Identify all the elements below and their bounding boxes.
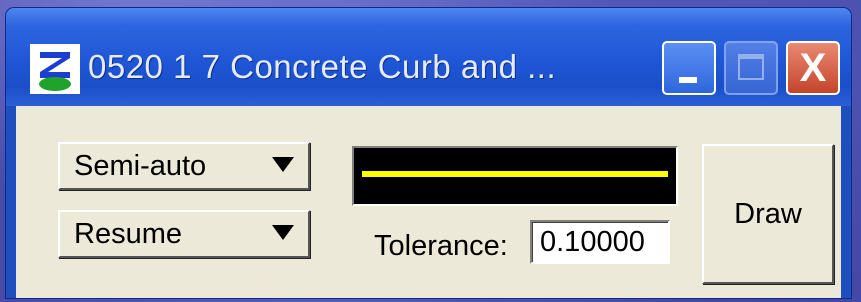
line-style-stroke [362,171,668,177]
resume-dropdown[interactable]: Resume [58,210,310,258]
tolerance-label: Tolerance: [374,230,508,262]
minimize-button[interactable] [662,41,716,95]
close-button[interactable]: X [786,41,840,95]
maximize-icon [738,54,764,80]
title-bar[interactable]: 0520 1 7 Concrete Curb and ... X [6,8,851,106]
maximize-button[interactable] [724,41,778,95]
mode-dropdown[interactable]: Semi-auto [58,142,310,190]
tolerance-input[interactable] [530,220,670,264]
chevron-down-icon [272,225,294,240]
draw-button[interactable]: Draw [702,144,834,284]
tool-window: 0520 1 7 Concrete Curb and ... X Semi-au… [6,8,851,298]
client-area: Semi-auto Resume Tolerance: Draw [16,106,841,298]
mode-dropdown-value: Semi-auto [74,150,207,182]
chevron-down-icon [272,157,294,172]
window-title: 0520 1 7 Concrete Curb and ... [88,48,557,85]
close-icon: X [799,46,827,90]
resume-dropdown-value: Resume [74,218,182,250]
app-logo-icon [30,44,80,94]
line-style-preview [352,146,678,206]
minimize-icon [679,77,697,83]
